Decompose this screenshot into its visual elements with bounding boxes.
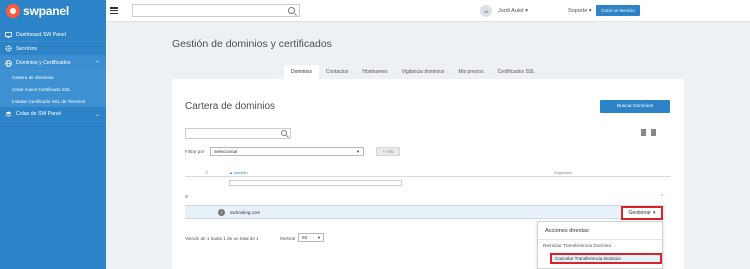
column-header-domain[interactable]: ▲ dominio — [229, 170, 248, 175]
sidebar-subnav: Cartera de dominios Crear nuevo Certific… — [0, 71, 106, 107]
actions-dropdown: Acciones directas Reiniciar Transferenci… — [537, 221, 663, 269]
user-menu[interactable]: Jordi Aulet ▾ — [498, 8, 528, 14]
tab-hostnames[interactable]: Hostnames — [355, 65, 394, 79]
caret-down-icon: ▼ — [317, 235, 321, 240]
hamburger-menu-icon[interactable] — [110, 7, 118, 14]
sidebar-item-dominios[interactable]: Dominios y Certificados ⌃ — [0, 56, 106, 71]
gear-icon — [4, 45, 12, 52]
sort-icon[interactable]: ⇕ — [205, 170, 208, 175]
menu-item-restart-transfer[interactable]: Reiniciar Transferencia Dominio — [543, 244, 611, 249]
sidebar-item-dashboard[interactable]: Dashboard SW Panel — [0, 28, 106, 42]
chevron-up-icon[interactable]: ⌃ — [660, 194, 664, 200]
filter-label: Filtrar por — [185, 149, 205, 154]
table-header: ⇕ ▲ dominio Seguridad — [185, 167, 671, 177]
tab-precios[interactable]: Mis precios — [451, 65, 490, 79]
top-bar — [106, 0, 750, 22]
layers-icon — [4, 111, 12, 118]
filter-select[interactable]: Seleccionar ▼ — [210, 147, 364, 156]
export-pdf-icon[interactable] — [651, 129, 656, 136]
tab-dominios[interactable]: Dominios — [284, 65, 319, 79]
column-header-security[interactable]: Seguridad — [554, 170, 572, 175]
tab-certificados[interactable]: Certificados SSL — [491, 65, 542, 79]
table-row[interactable]: i swhosting.com — [185, 205, 665, 219]
caret-down-icon: ▼ — [356, 149, 360, 154]
brand-logo[interactable]: swpanel — [0, 0, 106, 22]
globe-icon — [4, 59, 12, 67]
page-size-value: 50 — [302, 235, 308, 240]
manage-label: Gestionar — [628, 210, 651, 216]
support-menu[interactable]: Soporte ▾ — [568, 8, 592, 14]
page-title: Gestión de dominios y certificados — [172, 38, 332, 50]
sidebar-item-label: Dashboard SW Panel — [16, 31, 66, 38]
monitor-icon — [4, 31, 12, 38]
user-name: Jordi Aulet — [498, 8, 524, 14]
domain-column-filter[interactable] — [229, 180, 402, 186]
sidebar-item-label: Dominios y Certificados — [16, 60, 71, 66]
caret-down-icon: ▾ — [588, 8, 592, 14]
divider — [538, 239, 662, 240]
caret-down-icon: ▾ — [652, 210, 656, 216]
search-icon[interactable] — [288, 7, 295, 14]
tab-contactos[interactable]: Contactos — [319, 65, 356, 79]
table-search-input[interactable] — [185, 128, 291, 139]
filter-value: Seleccionar — [214, 149, 238, 154]
support-label: Soporte — [568, 8, 588, 14]
group-label: S — [185, 194, 189, 199]
brand-name: swpanel — [23, 4, 69, 18]
info-button[interactable]: + Info — [376, 147, 400, 156]
page-size-label: Mostrar — [280, 236, 296, 241]
sidebar-nav: Dashboard SW Panel Servicios Dominios y … — [0, 28, 106, 122]
menu-item-cancel-transfer[interactable]: Cancelar Transferencia Dominio — [550, 253, 662, 264]
sidebar: swpanel Dashboard SW Panel Servicios Dom… — [0, 0, 106, 269]
chevron-up-icon: ⌃ — [94, 60, 100, 67]
sidebar-subitem-cartera[interactable]: Cartera de dominios — [0, 71, 106, 83]
tab-vigilancia[interactable]: Vigilancia dominios — [395, 65, 452, 79]
sidebar-item-servicios[interactable]: Servicios — [0, 42, 106, 56]
export-excel-icon[interactable] — [641, 129, 646, 136]
avatar[interactable]: JA — [480, 5, 492, 17]
create-service-button[interactable]: Crear un Servicio — [596, 5, 640, 16]
sidebar-subitem-crear-ssl[interactable]: Crear nuevo Certificado SSL — [0, 83, 106, 95]
global-search-input[interactable] — [132, 4, 300, 17]
chevron-down-icon: ⌄ — [94, 111, 100, 118]
page-size-select[interactable]: 50 ▼ — [298, 233, 324, 242]
card-title: Cartera de dominios — [185, 101, 276, 112]
search-icon[interactable] — [281, 130, 287, 136]
sidebar-subitem-instalar-ssl[interactable]: Instalar Certificado SSL de Terceros — [0, 95, 106, 107]
manage-button[interactable]: Gestionar ▾ — [621, 206, 663, 220]
info-icon[interactable]: i — [218, 209, 225, 216]
domain-name: swhosting.com — [230, 210, 261, 215]
pagination-info: Viendo de 1 hasta 1 de un total de 1 — [185, 236, 259, 241]
dropdown-title: Acciones directas — [545, 228, 589, 234]
search-domains-button[interactable]: Buscar Dominios — [600, 100, 670, 113]
sidebar-item-label: Colas de SW Panel — [16, 111, 61, 117]
caret-down-icon: ▾ — [525, 8, 528, 14]
tab-bar: Dominios Contactos Hostnames Vigilancia … — [284, 65, 542, 79]
logo-icon — [6, 4, 20, 18]
sidebar-item-colas[interactable]: Colas de SW Panel ⌄ — [0, 107, 106, 122]
sidebar-item-label: Servicios — [16, 45, 38, 52]
